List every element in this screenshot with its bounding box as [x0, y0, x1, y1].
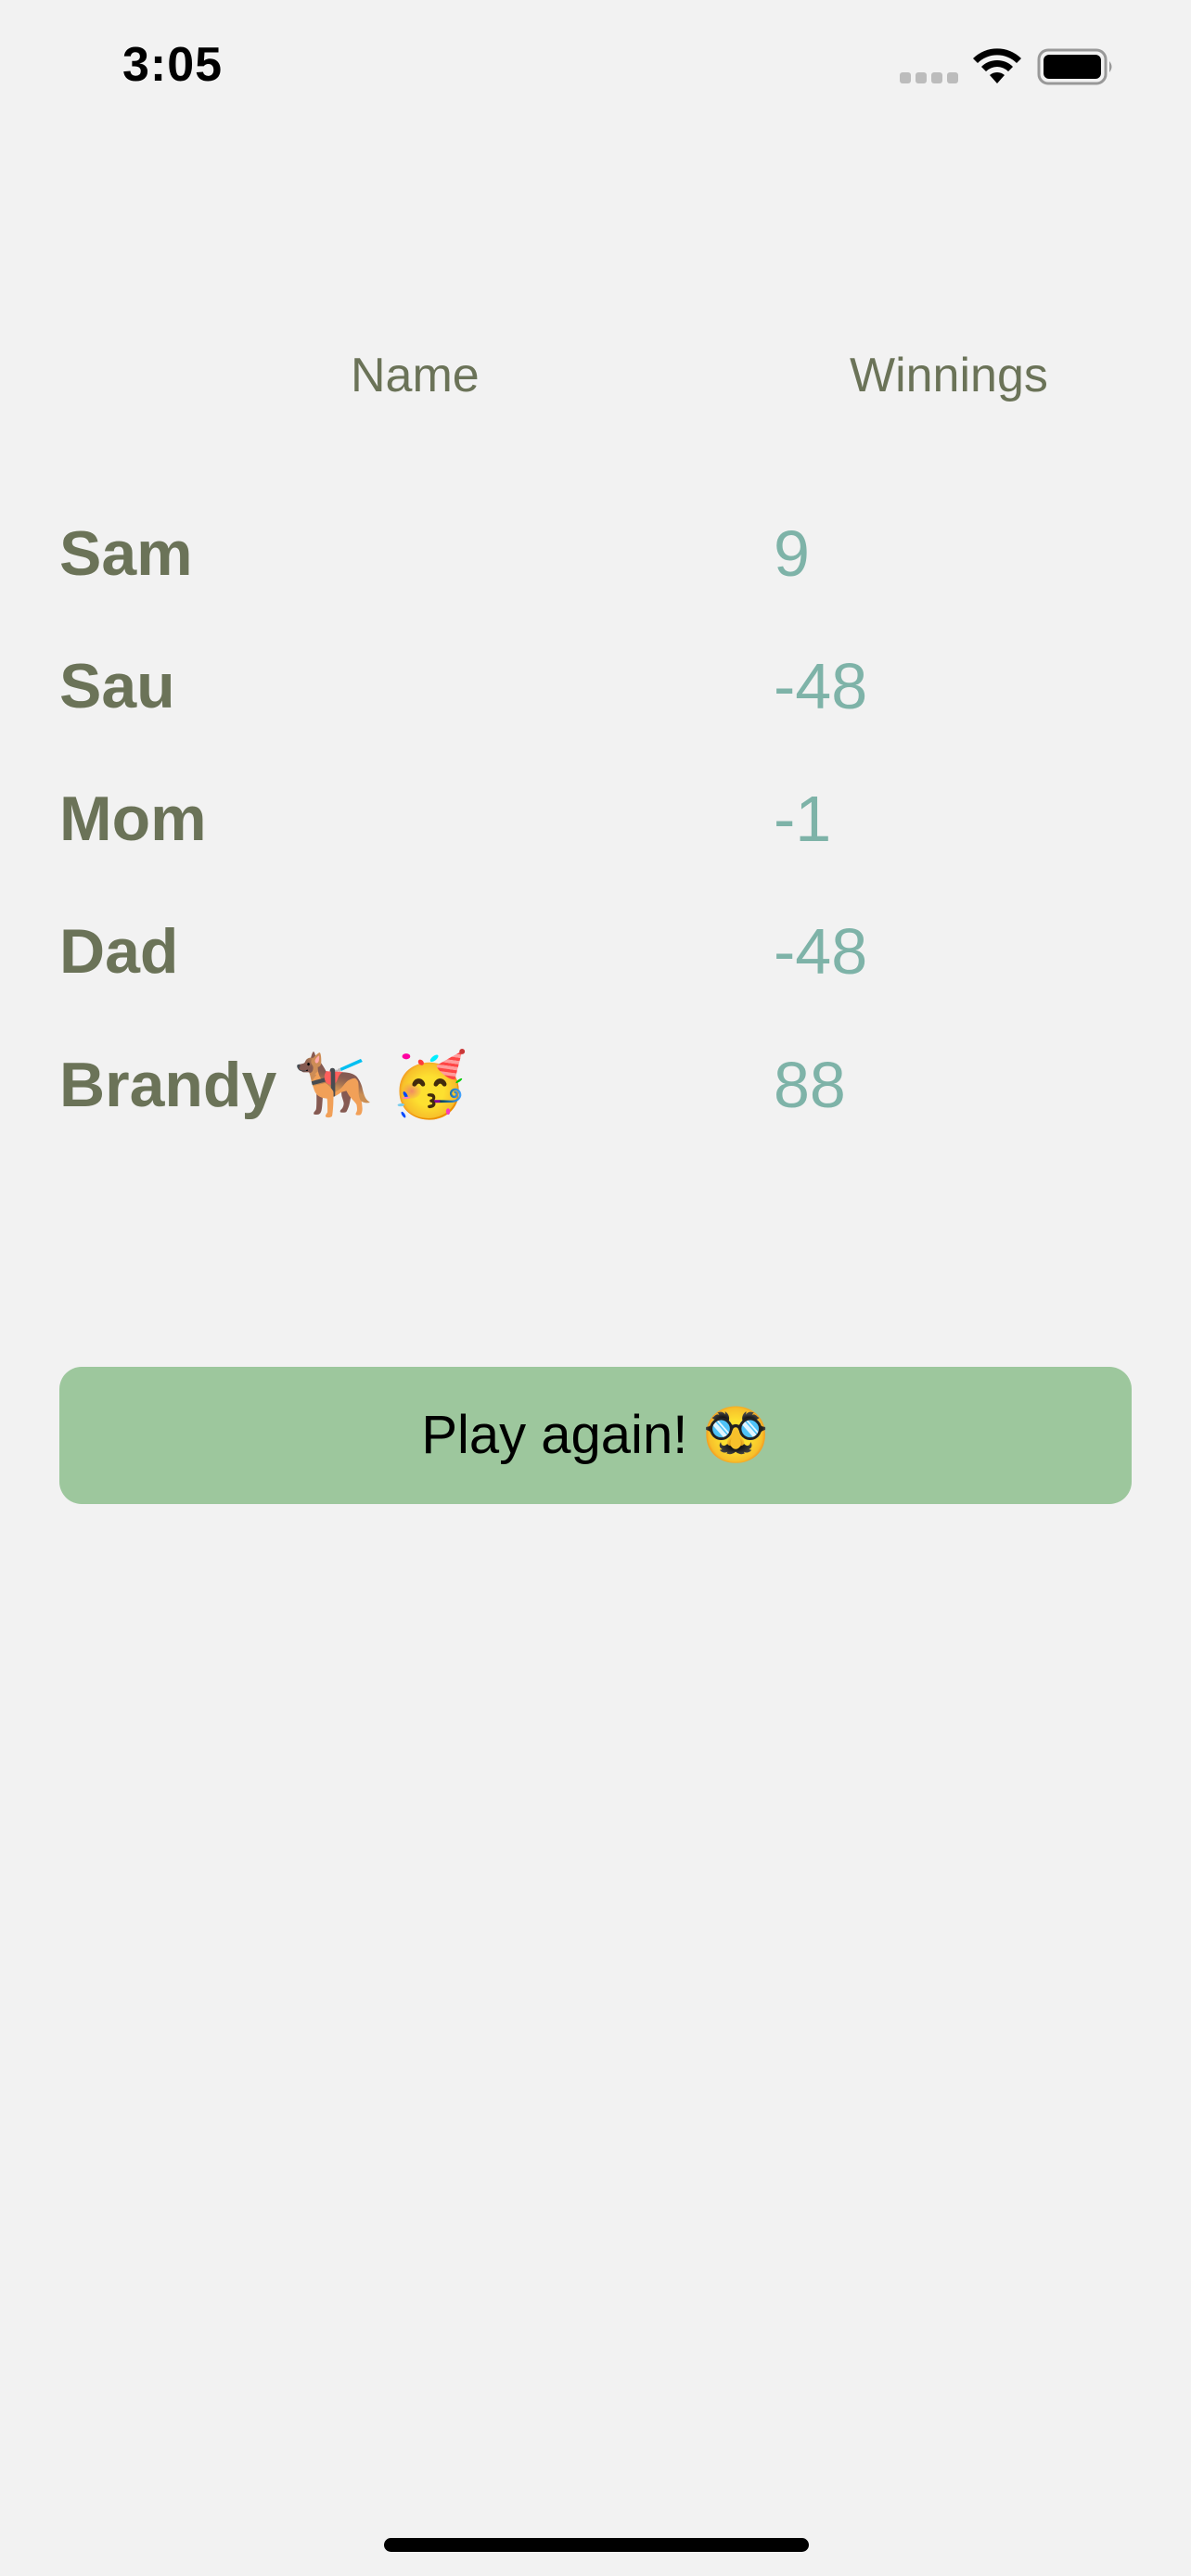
player-name: Dad — [59, 916, 179, 987]
table-row: Mom -1 — [0, 763, 1191, 874]
status-time: 3:05 — [122, 38, 224, 92]
table-row: Sam 9 — [0, 498, 1191, 609]
play-again-button[interactable]: Play again! 🥸 — [59, 1367, 1132, 1504]
table-row: Sau -48 — [0, 631, 1191, 742]
player-winnings: 88 — [774, 1049, 846, 1121]
player-winnings: -1 — [774, 783, 832, 855]
player-name: Brandy 🐕‍🦺 🥳 — [59, 1050, 469, 1120]
player-winnings: -48 — [774, 650, 868, 722]
winnings-column-header: Winnings — [850, 349, 1048, 402]
player-name: Sau — [59, 651, 175, 721]
signal-icon — [900, 72, 959, 85]
battery-icon — [1037, 48, 1112, 85]
wifi-icon — [973, 48, 1021, 83]
name-column-header: Name — [351, 349, 480, 402]
status-bar: 3:05 — [0, 0, 1191, 139]
player-name: Sam — [59, 518, 193, 589]
player-winnings: -48 — [774, 915, 868, 988]
player-name: Mom — [59, 784, 207, 854]
home-indicator[interactable] — [384, 2538, 809, 2552]
player-winnings: 9 — [774, 517, 810, 590]
table-row: Brandy 🐕‍🦺 🥳 88 — [0, 1029, 1191, 1141]
table-row: Dad -48 — [0, 896, 1191, 1007]
